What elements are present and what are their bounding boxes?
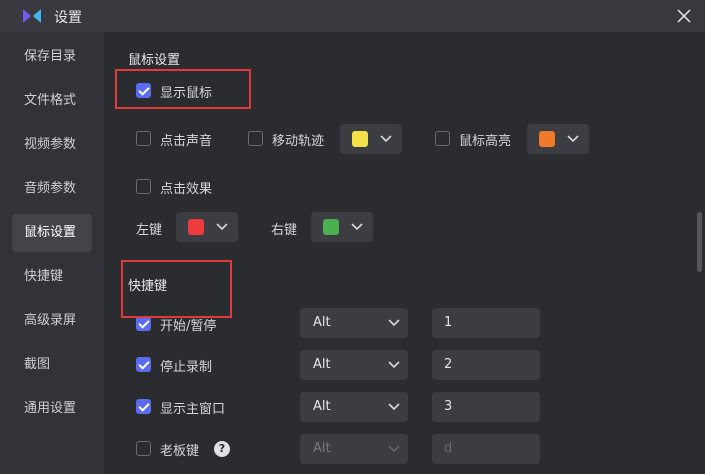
close-icon: [677, 9, 691, 23]
click-sound-checkbox[interactable]: [136, 131, 151, 146]
highlight-color-swatch: [539, 131, 555, 147]
right-key-color-dropdown[interactable]: [311, 212, 373, 242]
chevron-down-icon: [216, 223, 228, 231]
hotkey-stop-modifier-select[interactable]: Alt: [300, 350, 408, 380]
sidebar-item-screenshot[interactable]: 截图: [12, 346, 92, 384]
title-bar: 设置: [0, 0, 705, 32]
chevron-down-icon: [567, 135, 579, 143]
sidebar-item-file-format[interactable]: 文件格式: [12, 82, 92, 120]
hotkey-stop-label: 停止录制: [160, 360, 213, 375]
hotkey-boss-key-label: 老板键: [160, 444, 200, 459]
move-trail-color-swatch: [352, 131, 368, 147]
sidebar-item-hotkeys[interactable]: 快捷键: [12, 258, 92, 296]
hotkey-start-pause-modifier-select[interactable]: Alt: [300, 308, 408, 338]
app-logo-icon: [23, 9, 41, 23]
close-button[interactable]: [670, 3, 698, 29]
chevron-down-icon: [388, 361, 400, 369]
highlight-box-hotkeys: [121, 260, 232, 318]
modifier-value: Alt: [313, 399, 331, 414]
window-title: 设置: [54, 10, 82, 26]
highlight-color-dropdown[interactable]: [527, 124, 589, 154]
sidebar-item-video-params[interactable]: 视频参数: [12, 126, 92, 164]
modifier-value: Alt: [313, 315, 331, 330]
hotkey-boss-key-checkbox[interactable]: [136, 441, 151, 456]
hotkey-start-pause-key-input[interactable]: 1: [432, 308, 540, 338]
hotkey-show-main-key-input[interactable]: 3: [432, 392, 540, 422]
sidebar-item-audio-params[interactable]: 音频参数: [12, 170, 92, 208]
mouse-section-title: 鼠标设置: [128, 53, 181, 68]
move-trail-checkbox[interactable]: [248, 131, 263, 146]
right-key-color-swatch: [323, 219, 339, 235]
left-key-label: 左键: [136, 223, 163, 238]
hotkey-boss-key-modifier-select[interactable]: Alt: [300, 434, 408, 464]
chevron-down-icon: [388, 403, 400, 411]
hotkey-start-pause-checkbox[interactable]: [136, 316, 151, 331]
hotkey-show-main-modifier-select[interactable]: Alt: [300, 392, 408, 422]
left-key-color-swatch: [188, 219, 204, 235]
right-key-label: 右键: [271, 223, 298, 238]
highlight-label: 鼠标高亮: [459, 134, 512, 149]
modifier-value: Alt: [313, 357, 331, 372]
hotkey-stop-checkbox[interactable]: [136, 357, 151, 372]
hotkey-show-main-label: 显示主窗口: [160, 402, 226, 417]
chevron-down-icon: [388, 319, 400, 327]
click-effect-label: 点击效果: [160, 182, 213, 197]
left-key-color-dropdown[interactable]: [176, 212, 238, 242]
click-sound-label: 点击声音: [160, 134, 213, 149]
content-scrollbar[interactable]: [697, 212, 702, 272]
sidebar-item-advanced-record[interactable]: 高级录屏: [12, 302, 92, 340]
hotkey-stop-key-input[interactable]: 2: [432, 350, 540, 380]
sidebar-item-general[interactable]: 通用设置: [12, 390, 92, 428]
move-trail-label: 移动轨迹: [272, 134, 325, 149]
highlight-box-show-cursor: [115, 69, 251, 109]
click-effect-checkbox[interactable]: [136, 179, 151, 194]
sidebar: 保存目录 文件格式 视频参数 音频参数 鼠标设置 快捷键 高级录屏 截图 通用设…: [0, 32, 104, 474]
move-trail-color-dropdown[interactable]: [340, 124, 402, 154]
sidebar-item-mouse-settings[interactable]: 鼠标设置: [12, 214, 92, 252]
modifier-value: Alt: [313, 441, 331, 456]
question-icon[interactable]: ?: [214, 441, 230, 457]
chevron-down-icon: [351, 223, 363, 231]
hotkey-boss-key-input[interactable]: d: [432, 434, 540, 464]
hotkey-show-main-checkbox[interactable]: [136, 399, 151, 414]
sidebar-item-save-dir[interactable]: 保存目录: [12, 38, 92, 76]
chevron-down-icon: [388, 445, 400, 453]
chevron-down-icon: [380, 135, 392, 143]
highlight-checkbox[interactable]: [435, 131, 450, 146]
